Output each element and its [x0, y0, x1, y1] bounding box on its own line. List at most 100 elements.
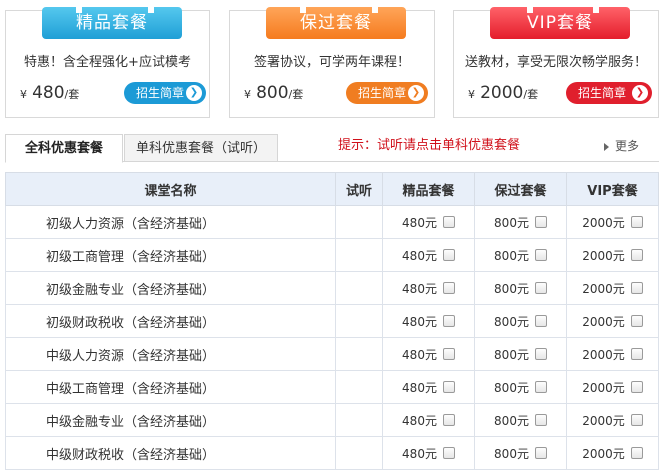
price-value: 480 — [32, 83, 65, 103]
select-checkbox-vip[interactable] — [630, 215, 643, 228]
table-row: 中级金融专业（含经济基础） 480元 800元 2000元 — [5, 403, 659, 437]
tab-all-subjects[interactable]: 全科优惠套餐 — [5, 134, 123, 163]
price-cell-premium: 480元 — [382, 403, 475, 437]
course-name-cell: 中级财政税收（含经济基础） — [5, 436, 336, 470]
arrow-right-icon: ❯ — [186, 85, 202, 101]
table-row: 初级财政税收（含经济基础） 480元 800元 2000元 — [5, 304, 659, 338]
select-checkbox-guarantee[interactable] — [534, 248, 547, 261]
select-checkbox-vip[interactable] — [630, 380, 643, 393]
price-text: 800元 — [494, 380, 529, 395]
package-price: ¥ 800/套 — [244, 83, 303, 103]
package-price: ¥ 2000/套 — [468, 83, 538, 103]
select-checkbox-premium[interactable] — [442, 248, 455, 261]
price-cell-vip: 2000元 — [566, 304, 659, 338]
select-checkbox-guarantee[interactable] — [534, 347, 547, 360]
column-header-course-name: 课堂名称 — [5, 172, 336, 206]
column-header-vip: VIP套餐 — [566, 172, 659, 206]
table-row: 中级工商管理（含经济基础） 480元 800元 2000元 — [5, 370, 659, 404]
column-header-trial: 试听 — [335, 172, 383, 206]
course-name-cell: 初级人力资源（含经济基础） — [5, 205, 336, 239]
price-cell-guarantee: 800元 — [474, 337, 567, 371]
package-card-guarantee: 保过套餐 签署协议，可学两年课程！ ¥ 800/套 招生简章 ❯ — [229, 7, 435, 118]
package-ribbon-premium: 精品套餐 — [42, 7, 182, 39]
arrow-right-icon: ❯ — [408, 85, 424, 101]
more-link-label: 更多 — [615, 139, 640, 153]
select-checkbox-vip[interactable] — [630, 248, 643, 261]
select-checkbox-premium[interactable] — [442, 413, 455, 426]
trial-cell — [335, 304, 383, 338]
select-checkbox-guarantee[interactable] — [534, 380, 547, 393]
trial-cell — [335, 238, 383, 272]
price-text: 800元 — [494, 215, 529, 230]
brochure-button-label: 招生简章 — [358, 86, 407, 100]
package-ribbon-vip: VIP套餐 — [490, 7, 630, 39]
trial-cell — [335, 436, 383, 470]
select-checkbox-premium[interactable] — [442, 446, 455, 459]
package-card-premium: 精品套餐 特惠！含全程强化+应试模考 ¥ 480/套 招生简章 ❯ — [5, 7, 210, 118]
brochure-button-label: 招生简章 — [136, 86, 185, 100]
price-text: 800元 — [494, 281, 529, 296]
package-description: 特惠！含全程强化+应试模考 — [24, 55, 191, 70]
price-text: 480元 — [402, 248, 437, 263]
package-ribbon-guarantee: 保过套餐 — [266, 7, 406, 39]
brochure-button-label: 招生简章 — [578, 86, 627, 100]
trial-cell — [335, 370, 383, 404]
course-name-cell: 初级工商管理（含经济基础） — [5, 238, 336, 272]
price-cell-guarantee: 800元 — [474, 370, 567, 404]
course-name-cell: 初级财政税收（含经济基础） — [5, 304, 336, 338]
select-checkbox-vip[interactable] — [630, 413, 643, 426]
price-text: 480元 — [402, 215, 437, 230]
brochure-button-guarantee[interactable]: 招生简章 ❯ — [346, 82, 428, 104]
select-checkbox-premium[interactable] — [442, 281, 455, 294]
select-checkbox-guarantee[interactable] — [534, 446, 547, 459]
price-cell-vip: 2000元 — [566, 337, 659, 371]
price-cell-vip: 2000元 — [566, 370, 659, 404]
price-cell-premium: 480元 — [382, 205, 475, 239]
select-checkbox-vip[interactable] — [630, 347, 643, 360]
table-row: 初级金融专业（含经济基础） 480元 800元 2000元 — [5, 271, 659, 305]
price-cell-guarantee: 800元 — [474, 304, 567, 338]
price-unit: /套 — [523, 88, 539, 101]
price-cell-vip: 2000元 — [566, 205, 659, 239]
select-checkbox-vip[interactable] — [630, 446, 643, 459]
select-checkbox-guarantee[interactable] — [534, 413, 547, 426]
price-text: 2000元 — [582, 314, 625, 329]
price-text: 800元 — [494, 248, 529, 263]
course-table: 课堂名称 试听 精品套餐 保过套餐 VIP套餐 初级人力资源（含经济基础） 480… — [5, 172, 659, 470]
triangle-right-icon — [604, 142, 609, 151]
currency-symbol: ¥ — [244, 88, 251, 101]
price-cell-premium: 480元 — [382, 436, 475, 470]
trial-cell — [335, 403, 383, 437]
currency-symbol: ¥ — [468, 88, 475, 101]
trial-cell — [335, 271, 383, 305]
select-checkbox-premium[interactable] — [442, 314, 455, 327]
price-cell-premium: 480元 — [382, 370, 475, 404]
select-checkbox-vip[interactable] — [630, 281, 643, 294]
trial-cell — [335, 337, 383, 371]
more-link[interactable]: 更多 — [604, 137, 639, 154]
package-description: 签署协议，可学两年课程！ — [253, 55, 410, 70]
brochure-button-premium[interactable]: 招生简章 ❯ — [124, 82, 206, 104]
select-checkbox-guarantee[interactable] — [534, 215, 547, 228]
price-cell-guarantee: 800元 — [474, 205, 567, 239]
tab-single-subject[interactable]: 单科优惠套餐（试听） — [124, 134, 278, 162]
column-header-guarantee: 保过套餐 — [474, 172, 567, 206]
price-text: 2000元 — [582, 413, 625, 428]
tab-bar: 全科优惠套餐 单科优惠套餐（试听） — [5, 134, 659, 163]
price-cell-guarantee: 800元 — [474, 436, 567, 470]
price-text: 2000元 — [582, 215, 625, 230]
select-checkbox-vip[interactable] — [630, 314, 643, 327]
trial-hint: 提示：试听请点击单科优惠套餐 — [338, 138, 521, 153]
brochure-button-vip[interactable]: 招生简章 ❯ — [566, 82, 652, 104]
price-cell-vip: 2000元 — [566, 271, 659, 305]
select-checkbox-premium[interactable] — [442, 380, 455, 393]
price-unit: /套 — [64, 88, 80, 101]
price-cell-vip: 2000元 — [566, 403, 659, 437]
select-checkbox-guarantee[interactable] — [534, 314, 547, 327]
select-checkbox-guarantee[interactable] — [534, 281, 547, 294]
select-checkbox-premium[interactable] — [442, 215, 455, 228]
select-checkbox-premium[interactable] — [442, 347, 455, 360]
price-value: 800 — [256, 83, 289, 103]
column-header-premium: 精品套餐 — [382, 172, 475, 206]
currency-symbol: ¥ — [20, 88, 27, 101]
